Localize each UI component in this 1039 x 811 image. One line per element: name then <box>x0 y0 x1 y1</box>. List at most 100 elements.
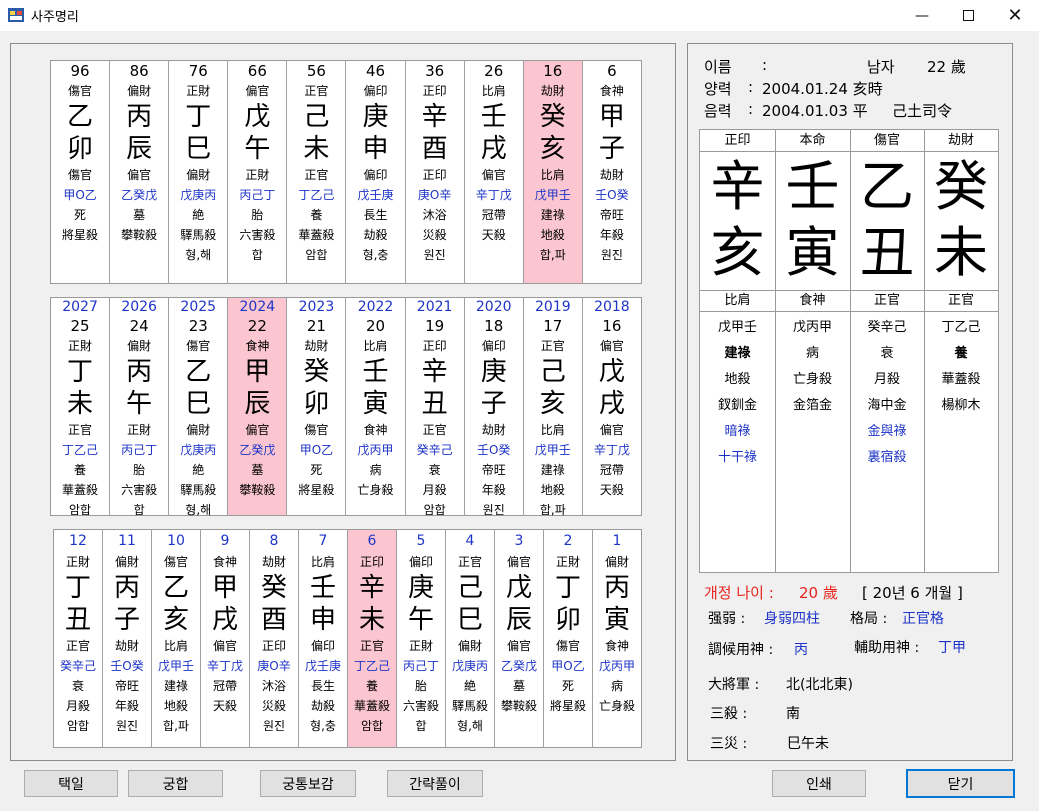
gyeok-value: 正官格 <box>902 611 944 627</box>
twelve-sal: 亡身殺 <box>598 699 635 713</box>
twelve-stage: 死 <box>561 679 574 693</box>
age-value: 22 歲 <box>927 58 966 76</box>
heavenly-stem: 甲 <box>211 573 238 603</box>
earthly-branch: 亥 <box>162 605 189 635</box>
branch-ten-god: 偏印 <box>310 639 335 653</box>
stem-ten-god: 正印 <box>359 555 384 569</box>
twelve-sal: 月殺 <box>422 483 447 497</box>
daeun-column[interactable]: 76 正財丁巳偏財 戊庚丙絶驛馬殺 형,해 <box>169 61 229 283</box>
window-title: 사주명리 <box>31 10 79 25</box>
twelve-sal: 六害殺 <box>402 699 439 713</box>
age-label: 66 <box>247 62 267 80</box>
seun-column[interactable]: 2026 24 偏財丙午正財 丙己丁胎六害殺 합 <box>110 298 170 517</box>
age-label: 76 <box>188 62 208 80</box>
seun-column[interactable]: 2022 20 比肩壬寅食神 戊丙甲病亡身殺 <box>346 298 406 515</box>
heavenly-stem: 壬 <box>480 102 507 132</box>
month-label: 11 <box>118 533 136 549</box>
seun-grid: 2027 25 正財丁未正官 丁乙己養華蓋殺 암합 2026 24 偏財丙午正財 丙己丁胎六害殺… <box>50 297 642 517</box>
seun-column[interactable]: 2018 16 偏官戊戌偏官 辛丁戊 冠帶 天殺 <box>583 298 641 515</box>
heavenly-stem: 己 <box>456 573 483 603</box>
close-button[interactable]: 닫기 <box>906 769 1015 798</box>
wolun-column[interactable]: 7 比肩壬申偏印 戊壬庚 長生 劫殺 형,충 <box>299 530 348 747</box>
hidden-stems: 辛丁戊 <box>593 443 630 457</box>
seun-column[interactable]: 2023 21 劫財癸卯傷官 甲O乙死將星殺 <box>287 298 347 515</box>
twelve-sal: 將星殺 <box>62 228 99 242</box>
earthly-branch: 未 <box>303 134 330 164</box>
daeun-column[interactable]: 26 比肩壬戌偏官 辛丁戊 冠帶 天殺 <box>465 61 524 283</box>
hidden-stems: 癸辛己 <box>416 443 453 457</box>
heavenly-stem: 甲 <box>244 357 271 387</box>
month-label: 10 <box>167 533 185 549</box>
wolun-column[interactable]: 8 劫財癸酉正印 庚O辛 沐浴 災殺 원진 <box>250 530 299 747</box>
daeun-column[interactable]: 36 正印辛酉正印 庚O辛 沐浴 災殺 원진 <box>406 61 465 283</box>
hidden-stems: 丙己丁 <box>121 443 158 457</box>
wolun-column[interactable]: 5 偏印庚午正財 丙己丁胎六害殺 합 <box>397 530 446 747</box>
twelve-sal: 驛馬殺 <box>180 228 217 242</box>
seun-column[interactable]: 2027 25 正財丁未正官 丁乙己養華蓋殺 암합 <box>51 298 111 517</box>
daeun-column[interactable]: 6 食神甲子劫財 壬O癸 帝旺 年殺 원진 <box>583 61 641 283</box>
heavenly-stem: 乙 <box>185 357 212 387</box>
hidden-stems: 戊庚丙 <box>180 443 217 457</box>
heavenly-stem: 辛 <box>358 573 385 603</box>
pillar-header: 傷官 <box>850 130 924 152</box>
relation: 형,충 <box>362 248 389 262</box>
taekil-button[interactable]: 택일 <box>24 770 118 797</box>
pillar-detail-item: 華蓋殺 <box>941 372 981 387</box>
gungtong-button[interactable]: 궁통보감 <box>260 770 356 797</box>
twelve-sal: 災殺 <box>422 228 447 242</box>
pillar-detail-item: 建祿 <box>724 346 751 361</box>
heavenly-stem: 丁 <box>64 573 91 603</box>
gunghap-button[interactable]: 궁합 <box>128 770 223 797</box>
samsal-value: 南 <box>786 706 800 722</box>
pillar-stem: 壬 <box>785 155 840 218</box>
twelve-stage: 絶 <box>463 679 476 693</box>
maximize-button[interactable] <box>945 0 991 31</box>
earthly-branch: 寅 <box>362 389 389 419</box>
wolun-column[interactable]: 10 傷官乙亥比肩 戊甲壬 建祿 地殺 합,파 <box>152 530 201 747</box>
print-button[interactable]: 인쇄 <box>772 770 866 797</box>
summary-reading-button[interactable]: 간략풀이 <box>387 770 483 797</box>
relation: 합 <box>251 248 263 262</box>
pillar-header: 正印 <box>700 130 775 152</box>
relation: 암합 <box>360 719 384 733</box>
branch-ten-god: 偏官 <box>245 423 270 437</box>
branch-ten-god: 偏官 <box>481 168 506 182</box>
wolun-column[interactable]: 3 偏官戊辰偏官 乙癸戊墓攀鞍殺 <box>495 530 544 747</box>
daeun-column[interactable]: 46 偏印庚申偏印 戊壬庚 長生 劫殺 형,충 <box>346 61 406 283</box>
seun-column[interactable]: 2019 17 正官己亥比肩 戊甲壬 建祿 地殺 합,파 <box>524 298 583 517</box>
pillar-detail-item: 衰 <box>880 346 894 361</box>
heavenly-stem: 丙 <box>113 573 140 603</box>
hidden-stems: 甲O乙 <box>551 659 585 673</box>
seun-column[interactable]: 2020 18 偏印庚子劫財 壬O癸 帝旺 年殺 원진 <box>465 298 524 517</box>
twelve-stage: 病 <box>610 679 623 693</box>
daeun-column[interactable]: 56 正官己未正官 丁乙己養華蓋殺 암합 <box>287 61 347 283</box>
pillar-detail-item: 亡身殺 <box>792 372 832 387</box>
seun-column[interactable]: 2021 19 正印辛丑正官 癸辛己衰月殺 암합 <box>406 298 465 517</box>
hidden-stems: 丙己丁 <box>402 659 439 673</box>
twelve-stage: 衰 <box>71 679 84 693</box>
general-label: 大將軍 : <box>708 677 760 693</box>
close-window-button[interactable]: ✕ <box>992 0 1038 31</box>
twelve-sal: 年殺 <box>599 228 624 242</box>
wolun-column[interactable]: 11 偏財丙子劫財 壬O癸 帝旺 年殺 원진 <box>103 530 152 747</box>
daeun-column[interactable]: 66 偏官戊午正財 丙己丁胎六害殺 합 <box>228 61 288 283</box>
earthly-branch: 卯 <box>67 134 94 164</box>
twelve-stage: 帝旺 <box>599 208 624 222</box>
pillar-detail-item: 海中金 <box>867 398 907 413</box>
wolun-column[interactable]: 6 正印辛未正官 丁乙己養華蓋殺 암합 <box>348 530 397 747</box>
twelve-sal: 亡身殺 <box>357 483 394 497</box>
twelve-sal: 年殺 <box>481 483 506 497</box>
wolun-column[interactable]: 2 正財丁卯傷官 甲O乙死將星殺 <box>544 530 593 747</box>
minimize-button[interactable]: — <box>899 0 945 31</box>
twelve-stage: 墓 <box>133 208 146 222</box>
wolun-column[interactable]: 12 正財丁丑正官 癸辛己衰月殺 암합 <box>54 530 103 747</box>
seun-column[interactable]: 2025 23 傷官乙巳偏財 戊庚丙絶驛馬殺 형,해 <box>169 298 229 517</box>
wolun-column[interactable]: 4 正官己巳偏財 戊庚丙絶驛馬殺 형,해 <box>446 530 495 747</box>
wolun-column[interactable]: 1 偏財丙寅食神 戊丙甲病亡身殺 <box>593 530 641 747</box>
seun-column[interactable]: 2024 22 食神甲辰偏官 乙癸戊墓攀鞍殺 <box>228 298 288 515</box>
wolun-column[interactable]: 9 食神甲戌偏官 辛丁戊 冠帶 天殺 <box>201 530 250 747</box>
daeun-column[interactable]: 16 劫財癸亥比肩 戊甲壬 建祿 地殺 합,파 <box>523 61 583 283</box>
daeun-column[interactable]: 96 傷官乙卯傷官 甲O乙死將星殺 <box>51 61 111 283</box>
twelve-stage: 胎 <box>133 463 146 477</box>
daeun-column[interactable]: 86 偏財丙辰偏官 乙癸戊墓攀鞍殺 <box>110 61 170 283</box>
